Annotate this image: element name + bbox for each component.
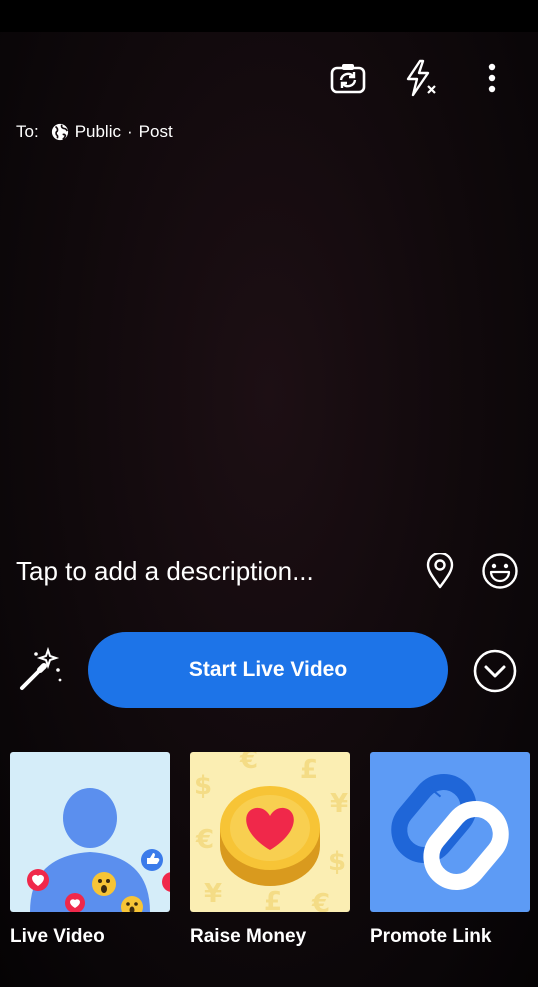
svg-text:£: £	[300, 755, 318, 785]
to-label: To:	[16, 122, 39, 141]
emoji-button[interactable]	[478, 549, 522, 593]
more-options-button[interactable]	[470, 56, 514, 100]
svg-text:$: $	[194, 771, 212, 801]
svg-text:¥: ¥	[204, 879, 222, 909]
privacy-label: Public	[74, 122, 121, 141]
location-pin-icon	[426, 553, 454, 589]
flash-off-button[interactable]	[398, 56, 442, 100]
flip-camera-icon	[330, 64, 366, 94]
promote-link-thumbnail	[370, 752, 530, 912]
audience-selector[interactable]: To: Public · Post	[16, 122, 173, 142]
description-input[interactable]: Tap to add a description...	[16, 556, 402, 587]
card-label: Promote Link	[370, 926, 492, 947]
more-options-icon	[488, 63, 496, 93]
live-video-screen: To: Public · Post Tap to add a descripti…	[0, 0, 538, 987]
card-raise-money[interactable]: $ € £ ¥ € $ ¥ £ € Raise Money	[190, 752, 350, 948]
destination-label: Post	[138, 122, 173, 141]
flip-camera-button[interactable]	[326, 56, 370, 100]
emoji-icon	[482, 553, 518, 589]
flash-off-icon	[406, 59, 436, 97]
location-button[interactable]	[418, 549, 462, 593]
status-bar	[0, 0, 538, 32]
start-live-video-button[interactable]: Start Live Video	[88, 632, 448, 708]
raise-money-thumbnail: $ € £ ¥ € $ ¥ £ €	[190, 752, 350, 912]
live-audience-illustration	[27, 788, 170, 912]
chevron-down-icon[interactable]	[472, 648, 518, 694]
card-label: Raise Money	[190, 926, 307, 947]
live-video-thumbnail	[10, 752, 170, 912]
top-toolbar	[0, 56, 538, 100]
chain-link-illustration	[391, 774, 509, 890]
live-controls: Start Live Video	[0, 630, 538, 710]
separator: ·	[127, 122, 133, 141]
svg-text:€: €	[195, 825, 214, 855]
magic-wand-icon[interactable]	[16, 646, 64, 694]
svg-text:€: €	[311, 889, 330, 912]
card-live-video[interactable]: Live Video	[10, 752, 170, 948]
coin-heart-illustration: $ € £ ¥ € $ ¥ £ €	[194, 752, 348, 912]
card-promote-link[interactable]: Promote Link	[370, 752, 530, 948]
svg-text:€: €	[239, 752, 258, 775]
format-cards: Live Video $ € £ ¥ € $ ¥ £ € Raise Money	[10, 752, 538, 962]
globe-icon	[51, 123, 68, 141]
svg-text:£: £	[264, 887, 282, 912]
svg-text:$: $	[328, 847, 346, 877]
svg-text:¥: ¥	[330, 789, 348, 819]
card-label: Live Video	[10, 926, 105, 947]
description-row: Tap to add a description...	[16, 548, 522, 594]
